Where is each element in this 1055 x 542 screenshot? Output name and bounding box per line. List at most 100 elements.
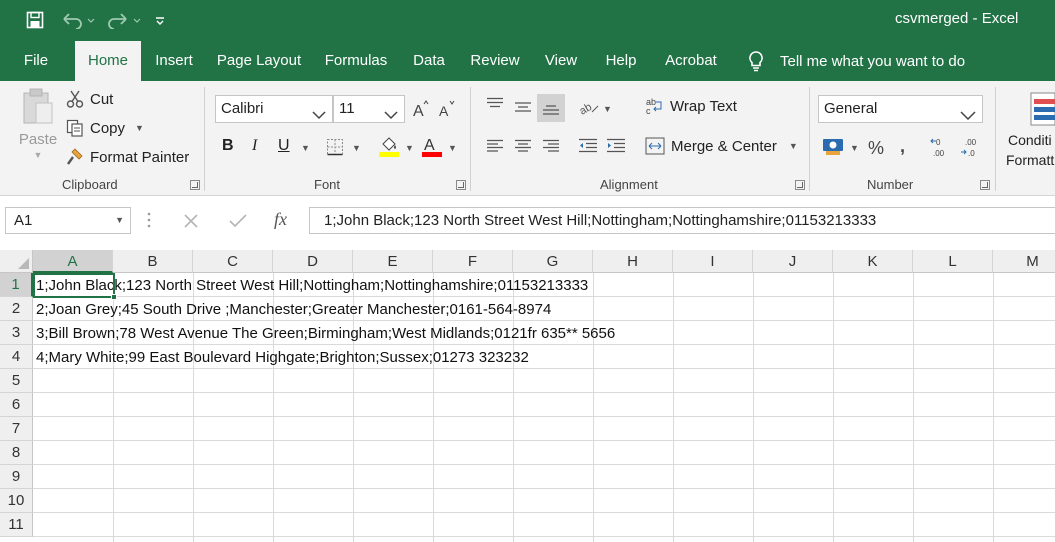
underline-button[interactable]: U xyxy=(278,137,290,155)
copy-button[interactable]: Copy ▼ xyxy=(66,118,144,138)
column-header-h[interactable]: H xyxy=(593,250,673,273)
wrap-text-button[interactable]: ab c Wrap Text xyxy=(646,97,737,115)
svg-text:ab: ab xyxy=(578,101,594,116)
align-left-icon[interactable] xyxy=(486,139,504,153)
format-painter-button[interactable]: Format Painter xyxy=(66,147,189,167)
tab-insert[interactable]: Insert xyxy=(148,41,200,81)
cell-a4[interactable]: 4;Mary White;99 East Boulevard Highgate;… xyxy=(36,346,529,370)
row-header-2[interactable]: 2 xyxy=(0,297,33,321)
font-size-box[interactable]: 11 xyxy=(333,95,405,123)
tab-help[interactable]: Help xyxy=(596,41,646,81)
row-header-3[interactable]: 3 xyxy=(0,321,33,345)
name-box-value: A1 xyxy=(14,212,33,229)
column-header-f[interactable]: F xyxy=(433,250,513,273)
font-color-icon[interactable]: A xyxy=(421,134,443,158)
select-all-button[interactable] xyxy=(0,250,33,273)
conditional-formatting-label-line2[interactable]: Formatt xyxy=(1006,152,1054,168)
decrease-font-size-icon[interactable]: A xyxy=(438,99,456,119)
row-header-8[interactable]: 8 xyxy=(0,441,33,465)
cut-button[interactable]: Cut xyxy=(66,89,113,109)
font-color-dropdown-icon[interactable]: ▼ xyxy=(448,143,457,153)
percent-style-icon[interactable]: % xyxy=(868,138,884,159)
comma-style-icon[interactable]: , xyxy=(900,136,905,157)
fill-color-dropdown-icon[interactable]: ▼ xyxy=(405,143,414,153)
column-header-b[interactable]: B xyxy=(113,250,193,273)
row-header-1[interactable]: 1 xyxy=(0,273,33,297)
accounting-dropdown-icon[interactable]: ▼ xyxy=(850,143,859,153)
cell-a1[interactable]: 1;John Black;123 North Street West Hill;… xyxy=(36,274,588,298)
italic-button[interactable]: I xyxy=(252,137,257,155)
formula-input[interactable]: 1;John Black;123 North Street West Hill;… xyxy=(309,207,1055,234)
column-header-i[interactable]: I xyxy=(673,250,753,273)
borders-dropdown-icon[interactable]: ▼ xyxy=(352,143,361,153)
row-header-4[interactable]: 4 xyxy=(0,345,33,369)
confirm-entry-icon[interactable] xyxy=(228,213,248,234)
paste-button[interactable]: Paste ▼ xyxy=(18,87,58,173)
orientation-icon[interactable]: ab xyxy=(578,98,600,116)
number-format-box[interactable]: General xyxy=(818,95,983,123)
increase-indent-icon[interactable] xyxy=(606,138,626,154)
bottom-align-icon[interactable] xyxy=(537,94,565,122)
clipboard-dialog-launcher-icon[interactable] xyxy=(190,180,200,190)
undo-icon[interactable] xyxy=(58,8,98,32)
more-options-icon[interactable] xyxy=(147,212,151,233)
redo-icon[interactable] xyxy=(104,8,144,32)
decrease-indent-icon[interactable] xyxy=(578,138,598,154)
align-right-icon[interactable] xyxy=(542,139,560,153)
column-header-g[interactable]: G xyxy=(513,250,593,273)
font-group-label: Font xyxy=(314,177,341,192)
borders-icon[interactable] xyxy=(326,138,344,156)
name-box[interactable]: A1 ▼ xyxy=(5,207,131,234)
row-header-7[interactable]: 7 xyxy=(0,417,33,441)
insert-function-button[interactable]: fx xyxy=(274,209,287,230)
fill-handle[interactable] xyxy=(111,294,117,300)
merge-center-button[interactable]: Merge & Center ▼ xyxy=(645,137,798,155)
fill-color-icon[interactable] xyxy=(378,134,400,158)
tab-home[interactable]: Home xyxy=(75,41,141,81)
accounting-format-icon[interactable] xyxy=(822,136,844,156)
row-header-6[interactable]: 6 xyxy=(0,393,33,417)
column-header-e[interactable]: E xyxy=(353,250,433,273)
top-align-icon[interactable] xyxy=(486,97,504,113)
tab-file[interactable]: File xyxy=(14,41,58,81)
alignment-dialog-launcher-icon[interactable] xyxy=(795,180,805,190)
tab-page-layout[interactable]: Page Layout xyxy=(210,41,308,81)
align-center-icon[interactable] xyxy=(514,139,532,153)
column-header-j[interactable]: J xyxy=(753,250,833,273)
column-header-m[interactable]: M xyxy=(993,250,1055,273)
name-box-dropdown-icon[interactable]: ▼ xyxy=(115,208,124,233)
bold-button[interactable]: B xyxy=(222,137,234,155)
worksheet-grid[interactable]: ABCDEFGHIJKLM 1 2 3 4 5 6 7 8 9 10 11 1;John Black… xyxy=(0,250,1055,542)
tab-review[interactable]: Review xyxy=(464,41,526,81)
increase-font-size-icon[interactable]: A xyxy=(412,99,430,119)
column-header-a[interactable]: A xyxy=(33,250,113,273)
middle-align-icon[interactable] xyxy=(514,99,532,115)
row-header-11[interactable]: 11 xyxy=(0,513,33,537)
tell-me-search[interactable]: Tell me what you want to do xyxy=(746,41,965,81)
underline-dropdown-icon[interactable]: ▼ xyxy=(301,143,310,153)
number-dialog-launcher-icon[interactable] xyxy=(980,180,990,190)
column-header-c[interactable]: C xyxy=(193,250,273,273)
tab-data[interactable]: Data xyxy=(404,41,454,81)
column-header-l[interactable]: L xyxy=(913,250,993,273)
cell-a2[interactable]: 2;Joan Grey;45 South Drive ;Manchester;G… xyxy=(36,298,551,322)
cancel-entry-icon[interactable] xyxy=(183,213,199,234)
column-header-k[interactable]: K xyxy=(833,250,913,273)
row-header-5[interactable]: 5 xyxy=(0,369,33,393)
conditional-formatting-icon[interactable] xyxy=(1030,91,1055,127)
decrease-decimal-icon[interactable]: .00.0 xyxy=(960,136,984,158)
tab-acrobat[interactable]: Acrobat xyxy=(656,41,726,81)
font-dialog-launcher-icon[interactable] xyxy=(456,180,466,190)
increase-decimal-icon[interactable]: 0.00 xyxy=(930,136,954,158)
tab-formulas[interactable]: Formulas xyxy=(318,41,394,81)
orientation-dropdown-icon[interactable]: ▼ xyxy=(603,104,612,114)
cell-a3[interactable]: 3;Bill Brown;78 West Avenue The Green;Bi… xyxy=(36,322,615,346)
customize-quick-access-icon[interactable] xyxy=(150,8,170,32)
row-header-10[interactable]: 10 xyxy=(0,489,33,513)
tab-view[interactable]: View xyxy=(536,41,586,81)
save-icon[interactable] xyxy=(22,8,48,32)
row-header-9[interactable]: 9 xyxy=(0,465,33,489)
font-name-box[interactable]: Calibri xyxy=(215,95,333,123)
column-header-d[interactable]: D xyxy=(273,250,353,273)
conditional-formatting-label[interactable]: Conditi xyxy=(1008,132,1052,148)
